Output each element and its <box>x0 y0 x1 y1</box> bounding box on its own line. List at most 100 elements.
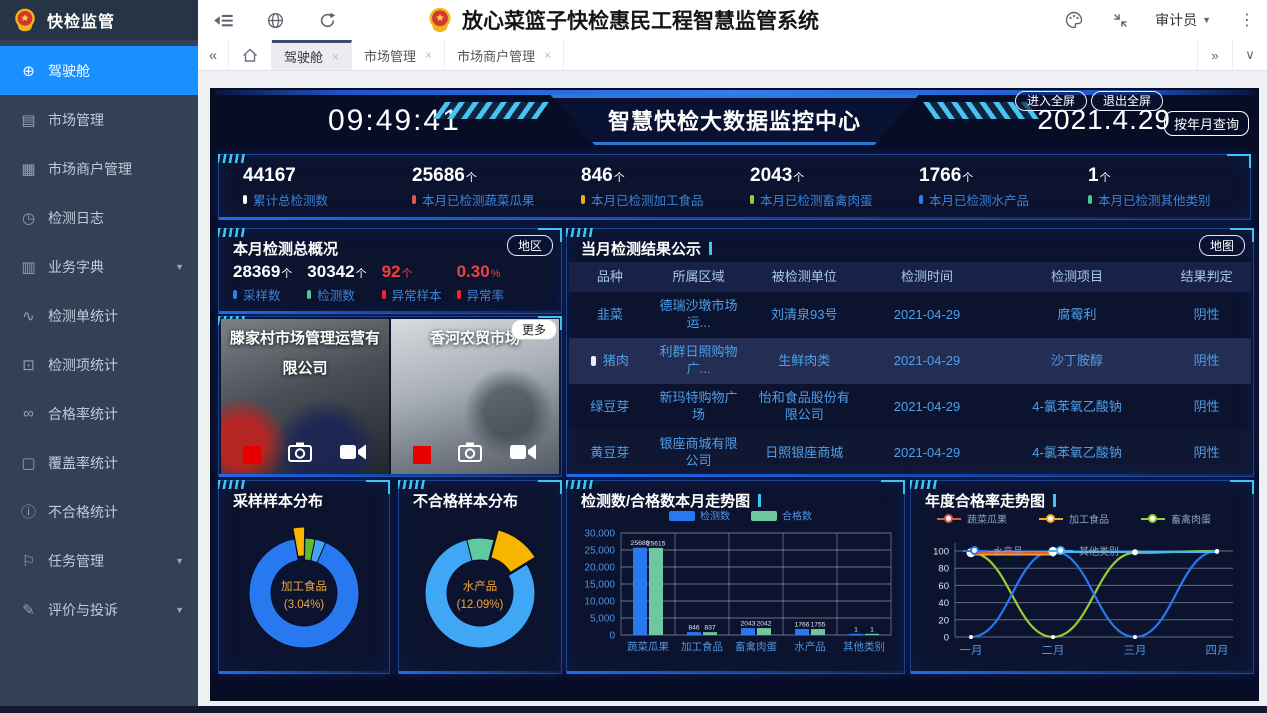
bar-加工食品-检测数[interactable] <box>687 632 701 635</box>
table-cell: 腐霉利 <box>992 303 1163 328</box>
sidebar-item-检测日志[interactable]: ◷检测日志 <box>0 193 198 242</box>
stat-label-text: 本月已检测蔬菜瓜果 <box>422 190 535 209</box>
stat-unit: 个 <box>793 172 804 184</box>
more-options-icon[interactable]: ⋮ <box>1235 10 1259 30</box>
table-row[interactable]: 猪肉利群日照购物广...生鲜肉类2021-04-29沙丁胺醇阴性 <box>569 338 1251 384</box>
yearly-line-chart[interactable]: 020406080100一月二月三月四月 <box>913 507 1251 671</box>
region-button[interactable]: 地区 <box>507 235 553 256</box>
overview-dot-icon <box>307 290 311 299</box>
user-name: 审计员 <box>1155 10 1197 30</box>
sidebar-item-市场商户管理[interactable]: ▦市场商户管理 <box>0 144 198 193</box>
query-by-month-button[interactable]: 按年月查询 <box>1164 111 1249 136</box>
overview-number: 30342 <box>307 262 354 281</box>
user-menu[interactable]: 审计员 ▼ <box>1155 10 1211 30</box>
infinity-icon: ∞ <box>20 405 37 422</box>
sidebar-item-驾驶舱[interactable]: ⊕驾驶舱 <box>0 46 198 95</box>
sidebar-item-label: 检测项统计 <box>48 355 118 375</box>
sidebar-item-覆盖率统计[interactable]: ▢覆盖率统计 <box>0 438 198 487</box>
pulse-icon: ∿ <box>20 307 37 325</box>
legend-item-蔬菜瓜果[interactable]: 蔬菜瓜果 <box>937 511 1007 526</box>
table-row[interactable]: 黄豆芽银座商城有限公司日照银座商城2021-04-294-氯苯氧乙酸钠阴性 <box>569 430 1251 476</box>
bar-蔬菜瓜果-合格数[interactable] <box>649 548 663 635</box>
svg-text:5,000: 5,000 <box>590 614 615 625</box>
tab-驾驶舱[interactable]: 驾驶舱× <box>272 40 352 70</box>
sidebar-item-label: 不合格统计 <box>48 502 118 522</box>
legend-label: 蔬菜瓜果 <box>967 511 1007 526</box>
sidebar-item-市场管理[interactable]: ▤市场管理 <box>0 95 198 144</box>
home-tab-icon[interactable] <box>228 40 272 70</box>
legend-item-水产品[interactable]: 水产品 <box>963 543 1023 558</box>
stat-number: 25686 <box>412 165 465 186</box>
sidebar-item-合格率统计[interactable]: ∞合格率统计 <box>0 389 198 438</box>
stat-value: 846个 <box>581 165 750 187</box>
clock-icon: ◷ <box>20 209 37 227</box>
snapshot-camera-icon[interactable] <box>457 441 483 468</box>
bar-水产品-合格数[interactable] <box>811 629 825 635</box>
tab-市场商户管理[interactable]: 市场商户管理× <box>445 40 564 70</box>
sidebar-item-检测项统计[interactable]: ⊡检测项统计 <box>0 340 198 389</box>
close-tab-icon[interactable]: × <box>332 50 339 64</box>
legend-swatch-合格数[interactable] <box>751 511 777 521</box>
camera-feed[interactable]: 滕家村市场管理运营有限公司 <box>221 319 389 474</box>
more-cameras-button[interactable]: 更多 <box>511 319 557 340</box>
tabs-dropdown-icon[interactable]: ∨ <box>1232 40 1267 70</box>
sidebar-item-不合格统计[interactable]: ⓘ不合格统计 <box>0 487 198 536</box>
camera-feed[interactable]: 香河农贸市场 <box>391 319 559 474</box>
bar-水产品-检测数[interactable] <box>795 629 809 635</box>
overview-number: 92 <box>382 262 401 281</box>
table-cell: 怡和食品股份有限公司 <box>746 386 862 428</box>
bar-畜禽肉蛋-检测数[interactable] <box>741 628 755 635</box>
tab-市场管理[interactable]: 市场管理× <box>352 40 445 70</box>
close-tab-icon[interactable]: × <box>425 48 432 62</box>
svg-text:80: 80 <box>938 564 949 575</box>
failed-distribution-donut-chart[interactable]: 水产品(12.09%) <box>405 511 555 669</box>
video-camera-icon[interactable] <box>509 442 537 467</box>
sidebar-item-label: 任务管理 <box>48 551 104 571</box>
globe-language-icon[interactable] <box>264 0 286 40</box>
camera-feeds: 滕家村市场管理运营有限公司香河农贸市场 <box>221 319 559 474</box>
table-row[interactable]: 韭菜德瑞沙墩市场运...刘清泉93号2021-04-29腐霉利阴性 <box>569 292 1251 338</box>
exit-fullscreen-icon[interactable] <box>1109 0 1131 40</box>
bar-加工食品-合格数[interactable] <box>703 632 717 635</box>
legend-item-其他类别[interactable]: 其他类别 <box>1049 543 1119 558</box>
sidebar-item-评价与投诉[interactable]: ✎评价与投诉▼ <box>0 585 198 634</box>
theme-palette-icon[interactable] <box>1063 0 1085 40</box>
monthly-bar-chart[interactable]: 05,00010,00015,00020,00025,00030,0002568… <box>569 507 901 671</box>
legend-item-畜禽肉蛋[interactable]: 畜禽肉蛋 <box>1141 511 1211 526</box>
overview-label-text: 异常率 <box>467 285 505 304</box>
stat-label-text: 本月已检测畜禽肉蛋 <box>760 190 873 209</box>
line-legend-row1: 蔬菜瓜果 加工食品 畜禽肉蛋 <box>937 511 1211 526</box>
overview-stat-item: 92个异常样本 <box>382 262 442 304</box>
bar-蔬菜瓜果-检测数[interactable] <box>633 548 647 635</box>
svg-text:846: 846 <box>688 625 700 632</box>
video-camera-icon[interactable] <box>339 442 367 467</box>
overview-number: 0.30 <box>457 262 490 281</box>
map-button[interactable]: 地图 <box>1199 235 1245 256</box>
overview-stat-value: 0.30% <box>457 262 505 282</box>
legend-swatch-检测数[interactable] <box>669 511 695 521</box>
tabs-scroll-right-icon[interactable]: » <box>1197 40 1232 70</box>
snapshot-camera-icon[interactable] <box>287 441 313 468</box>
overview-stat-label: 采样数 <box>233 285 292 304</box>
line-series-水产品[interactable] <box>971 551 1217 637</box>
record-stop-icon[interactable] <box>413 446 431 464</box>
refresh-icon[interactable] <box>316 0 338 40</box>
legend-item-加工食品[interactable]: 加工食品 <box>1039 511 1109 526</box>
file-icon: ▢ <box>20 454 37 472</box>
record-stop-icon[interactable] <box>243 446 261 464</box>
collapse-sidebar-icon[interactable] <box>212 0 234 40</box>
emblem-icon <box>12 7 38 33</box>
bar-其他类别-检测数[interactable] <box>849 634 863 635</box>
tabs-scroll-left-icon[interactable]: « <box>198 40 228 70</box>
bar-畜禽肉蛋-合格数[interactable] <box>757 628 771 635</box>
close-tab-icon[interactable]: × <box>544 48 551 62</box>
sidebar-item-任务管理[interactable]: ⚐任务管理▼ <box>0 536 198 585</box>
bar-其他类别-合格数[interactable] <box>865 634 879 635</box>
stat-number: 44167 <box>243 165 296 186</box>
sidebar-item-业务字典[interactable]: ▥业务字典▼ <box>0 242 198 291</box>
table-row[interactable]: 绿豆芽新玛特购物广场怡和食品股份有限公司2021-04-294-氯苯氧乙酸钠阴性 <box>569 384 1251 430</box>
sample-distribution-donut-chart[interactable]: 加工食品(3.04%) <box>229 511 379 669</box>
sidebar-item-检测单统计[interactable]: ∿检测单统计 <box>0 291 198 340</box>
stat-number: 846 <box>581 165 613 186</box>
overview-unit: 个 <box>401 268 412 280</box>
